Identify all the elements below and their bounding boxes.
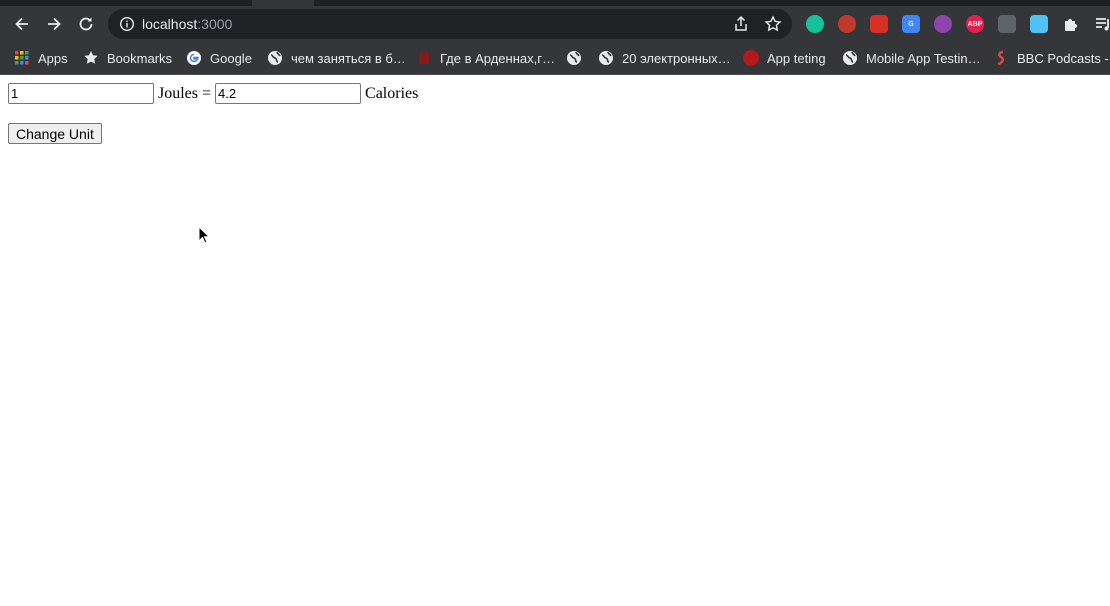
screen-record-icon[interactable] — [998, 15, 1016, 33]
forward-arrow-icon — [48, 17, 61, 31]
color-picker-icon[interactable] — [934, 15, 952, 33]
adblock-icon[interactable]: ABP — [966, 15, 984, 33]
globe-icon — [842, 50, 858, 66]
reload-icon — [79, 17, 93, 31]
apps-grid-icon — [14, 50, 30, 66]
url-port: :3000 — [197, 16, 233, 32]
bookmark-label: 20 электронных… — [622, 50, 731, 66]
url-text[interactable]: localhost:3000 — [142, 16, 232, 32]
bookmark-item[interactable]: 20 электронных… — [598, 42, 731, 74]
calories-input[interactable] — [215, 83, 362, 104]
screenshot-icon[interactable] — [1030, 15, 1048, 33]
address-bar[interactable]: localhost:3000 — [108, 9, 792, 39]
mouse-cursor-icon — [198, 226, 210, 244]
joules-label: Joules = — [158, 84, 212, 102]
bookmark-item[interactable]: Bookmarks — [83, 42, 172, 74]
bookmark-item[interactable]: BBC Podcasts - — [993, 42, 1109, 74]
translate-icon[interactable]: G — [902, 15, 920, 33]
globe-icon — [267, 50, 283, 66]
bookmark-label: Apps — [38, 50, 68, 66]
browser-toolbar: localhost:3000 G ABP — [0, 6, 1110, 42]
converter-row: Joules = Calories — [8, 83, 422, 104]
star-icon — [83, 50, 99, 66]
grammarly-icon[interactable] — [806, 15, 824, 33]
bookmark-star-icon[interactable] — [764, 15, 782, 33]
back-arrow-icon — [15, 17, 28, 31]
bookmark-label: Google — [210, 50, 252, 66]
bookmark-item[interactable]: Mobile App Testin… — [842, 42, 981, 74]
page-content: Joules = Calories Change Unit — [0, 75, 1110, 606]
podcast-icon — [993, 50, 1009, 66]
bookmark-label: Где в Арденнах,г… — [440, 50, 555, 66]
translate-badge-text: G — [908, 20, 914, 28]
bookmark-item[interactable]: Google — [186, 42, 252, 74]
bookmark-item[interactable]: чем заняться в б… — [267, 42, 406, 74]
bookmark-label: Bookmarks — [107, 50, 173, 66]
bookmark-item[interactable]: App teting — [743, 42, 826, 74]
bookmark-label: App teting — [767, 50, 826, 66]
forward-button[interactable] — [40, 10, 68, 38]
bookmark-label: BBC Podcasts - — [1017, 50, 1109, 66]
reload-button[interactable] — [72, 10, 100, 38]
tomato-icon[interactable] — [838, 15, 856, 33]
site-info-icon[interactable] — [119, 16, 135, 32]
globe-icon — [566, 50, 582, 66]
share-icon[interactable] — [732, 15, 750, 33]
bookmark-label: Mobile App Testin… — [866, 50, 981, 66]
google-icon — [186, 50, 202, 66]
adblock-badge-text: ABP — [967, 20, 983, 28]
media-icon[interactable] — [1094, 15, 1110, 33]
video-speed-icon[interactable] — [870, 15, 888, 33]
bookmark-favicon-icon — [416, 50, 432, 66]
joules-input[interactable] — [8, 83, 154, 104]
back-button[interactable] — [8, 10, 36, 38]
bookmarks-bar: Apps Bookmarks Google чем заняться в б… Где … — [0, 42, 1110, 75]
bookmark-item[interactable]: Где в Арденнах,г… — [416, 42, 555, 74]
url-host: localhost — [142, 16, 198, 32]
change-unit-button[interactable]: Change Unit — [8, 123, 102, 144]
calories-label: Calories — [365, 84, 419, 102]
bookmark-item[interactable]: Apps — [14, 42, 68, 74]
red-circle-icon — [743, 50, 759, 66]
bookmark-item[interactable] — [566, 42, 590, 74]
bookmark-label: чем заняться в б… — [291, 50, 406, 66]
puzzle-icon[interactable] — [1062, 15, 1080, 33]
globe-icon — [598, 50, 614, 66]
